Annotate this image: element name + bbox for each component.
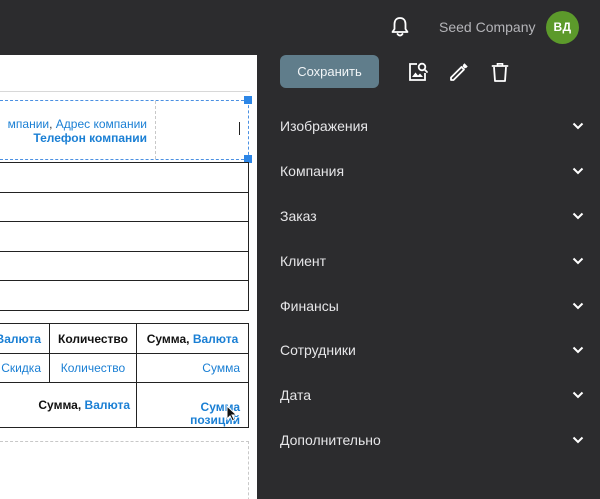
section-label: Дата [280, 387, 312, 404]
bell-icon[interactable] [390, 16, 410, 38]
section-finance[interactable]: Финансы [280, 283, 584, 328]
chevron-down-icon [572, 302, 584, 309]
footer-block[interactable] [0, 441, 249, 499]
items-data-row: Скидка Количество Сумма [0, 354, 248, 383]
items-total-row: Сумма, Валюта Сумма позиций [0, 383, 248, 427]
total-label-cell[interactable]: Сумма, Валюта [0, 383, 137, 427]
company-name[interactable]: Seed Company [439, 18, 536, 36]
chevron-down-icon [572, 347, 584, 354]
trash-icon[interactable] [489, 61, 511, 83]
section-label: Заказ [280, 207, 317, 224]
section-label: Изображения [280, 118, 368, 135]
total-label: Сумма, [38, 398, 82, 412]
editor-toolbar: Сохранить [280, 55, 580, 89]
document-divider [0, 91, 250, 92]
discount-cell[interactable]: Скидка [0, 354, 50, 382]
sum-cell[interactable]: Сумма [137, 354, 248, 382]
company-name-fragment: мпании [7, 117, 50, 131]
mouse-pointer-icon [226, 405, 238, 422]
chevron-down-icon [572, 391, 584, 399]
document-canvas[interactable]: мпании, Адрес компании Телефон компании … [0, 55, 257, 499]
section-images[interactable]: Изображения [280, 104, 584, 149]
items-header-row: Валюта Количество Сумма, Валюта [0, 324, 248, 354]
text-cursor [239, 122, 240, 135]
section-additional[interactable]: Дополнительно [280, 418, 584, 463]
sections-panel: Изображения Компания Заказ Клиент Финанс… [280, 104, 584, 462]
info-table[interactable] [0, 162, 249, 311]
address-separator: , [49, 117, 53, 131]
editor-page: Seed Company ВД мпании, Адрес компании Т… [0, 0, 600, 499]
edit-pencil-icon[interactable] [448, 61, 470, 83]
section-company[interactable]: Компания [280, 149, 584, 194]
section-order[interactable]: Заказ [280, 194, 584, 239]
section-employees[interactable]: Сотрудники [280, 328, 584, 373]
image-search-icon[interactable] [407, 61, 429, 83]
company-address-field[interactable]: мпании, Адрес компании [8, 117, 147, 131]
avatar[interactable]: ВД [546, 11, 579, 44]
chevron-down-icon [572, 436, 584, 444]
total-currency: Валюта [84, 398, 130, 412]
chevron-down-icon [572, 167, 584, 175]
resize-handle-top-right[interactable] [244, 96, 252, 104]
info-row[interactable] [0, 281, 249, 311]
section-client[interactable]: Клиент [280, 238, 584, 283]
header-cell-divider [155, 101, 156, 159]
items-table[interactable]: Валюта Количество Сумма, Валюта Скидка К… [0, 323, 249, 428]
chevron-down-icon [572, 123, 584, 130]
info-row[interactable] [0, 251, 249, 281]
info-row[interactable] [0, 222, 249, 252]
section-label: Компания [280, 163, 345, 180]
section-date[interactable]: Дата [280, 373, 584, 418]
quantity-cell[interactable]: Количество [50, 354, 137, 382]
section-label: Сотрудники [280, 342, 356, 359]
company-address-label: Адрес компании [55, 117, 147, 131]
sum-header-label: Сумма, [146, 331, 190, 346]
top-bar: Seed Company ВД [0, 0, 600, 55]
chevron-down-icon [572, 212, 584, 220]
chevron-down-icon [572, 257, 584, 265]
info-row[interactable] [0, 163, 249, 193]
company-phone-field[interactable]: Телефон компании [33, 131, 147, 145]
section-label: Клиент [280, 252, 327, 269]
save-button[interactable]: Сохранить [280, 55, 379, 88]
info-row[interactable] [0, 192, 249, 222]
sum-header[interactable]: Сумма, Валюта [137, 324, 248, 353]
section-label: Дополнительно [280, 431, 381, 448]
section-label: Финансы [280, 297, 339, 314]
sum-header-currency: Валюта [192, 331, 239, 346]
quantity-header[interactable]: Количество [50, 324, 137, 353]
currency-header[interactable]: Валюта [0, 324, 50, 353]
